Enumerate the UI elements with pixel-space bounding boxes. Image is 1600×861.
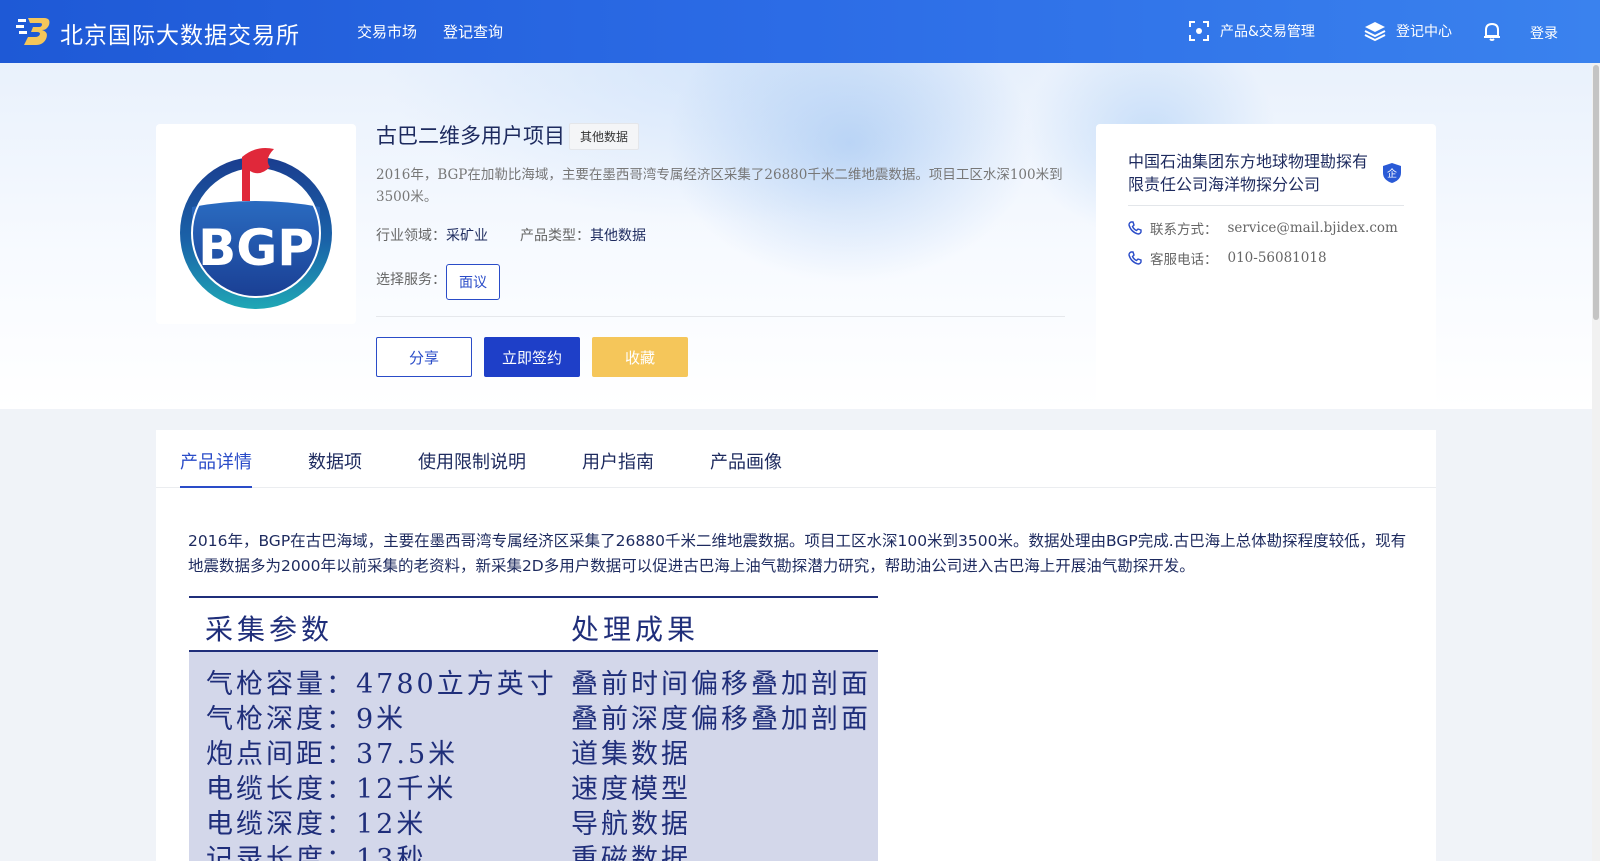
parameters-table-image: 采集参数 处理成果 气枪容量：4780立方英寸 叠前时间偏移叠加剖面 气枪深度：… — [189, 596, 878, 861]
type-value: 其他数据 — [590, 228, 646, 244]
bgp-logo-text: BGP — [198, 219, 314, 277]
header-acquisition-params: 采集参数 — [205, 613, 334, 646]
industry-meta: 行业领域：采矿业 — [376, 225, 488, 245]
nav-register-query[interactable]: 登记查询 — [443, 21, 503, 42]
tab-user-guide[interactable]: 用户指南 — [582, 448, 654, 474]
product-logo-card: BGP — [156, 124, 356, 324]
company-card: 中国石油集团东方地球物理勘探有限责任公司海洋物探分公司 企 联系方式： serv… — [1096, 124, 1436, 404]
service-option-negotiable[interactable]: 面议 — [446, 264, 500, 300]
result-cell: 速度模型 — [571, 774, 691, 805]
hero-divider — [376, 316, 1065, 317]
table-row: 记录长度：13秒 重磁数据 — [189, 837, 878, 861]
product-hero: BGP 古巴二维多用户项目 其他数据 2016年，BGP在加勒比海域，主要在墨西… — [0, 63, 1592, 409]
company-divider — [1128, 205, 1404, 206]
param-cell: 电缆深度：12米 — [206, 809, 427, 840]
enterprise-badge-icon: 企 — [1383, 163, 1401, 183]
table-row: 炮点间距：37.5米 道集数据 — [189, 732, 878, 770]
enterprise-badge-text: 企 — [1387, 167, 1397, 180]
param-cell: 记录长度：13秒 — [206, 844, 427, 861]
phone-icon — [1128, 221, 1142, 235]
type-label: 产品类型： — [520, 228, 590, 244]
sign-now-button[interactable]: 立即签约 — [484, 337, 580, 377]
service-label: 选择服务： — [376, 272, 446, 288]
product-title: 古巴二维多用户项目 — [376, 124, 565, 148]
detail-description: 2016年，BGP在古巴海域，主要在墨西哥湾专属经济区采集了26880千米二维地… — [188, 532, 1407, 575]
nav-trade-market[interactable]: 交易市场 — [357, 21, 417, 42]
result-cell: 导航数据 — [571, 809, 691, 840]
active-tab-indicator — [180, 486, 252, 488]
top-header: 北京国际大数据交易所 交易市场 登记查询 产品&交易管理 登记中心 登录 — [0, 0, 1600, 63]
parameters-table-header: 采集参数 处理成果 — [189, 596, 878, 652]
layers-icon — [1364, 22, 1386, 42]
product-tag: 其他数据 — [569, 123, 640, 150]
product-description: 2016年，BGP在加勒比海域，主要在墨西哥湾专属经济区采集了26880千米二维… — [376, 167, 1063, 205]
result-cell: 道集数据 — [571, 739, 691, 770]
contact-email-row: 联系方式： service@mail.bjidex.com — [1128, 218, 1398, 238]
result-cell: 叠前时间偏移叠加剖面 — [571, 669, 871, 700]
result-cell: 重磁数据 — [571, 844, 691, 861]
param-cell: 气枪容量：4780立方英寸 — [206, 669, 557, 700]
scrollbar-thumb[interactable] — [1593, 65, 1599, 320]
contact-email[interactable]: service@mail.bjidex.com — [1228, 220, 1398, 236]
company-name[interactable]: 中国石油集团东方地球物理勘探有限责任公司海洋物探分公司 — [1128, 150, 1368, 196]
product-detail-panel: 产品详情 数据项 使用限制说明 用户指南 产品画像 2016年，BGP在古巴海域… — [156, 430, 1436, 861]
product-trade-mgmt-label: 产品&交易管理 — [1220, 24, 1315, 40]
contact-phone-row: 客服电话： 010-56081018 — [1128, 248, 1327, 268]
result-cell: 叠前深度偏移叠加剖面 — [571, 704, 871, 735]
phone-label: 客服电话： — [1150, 252, 1218, 268]
tab-product-detail[interactable]: 产品详情 — [180, 448, 252, 474]
bgp-logo-icon: BGP — [180, 147, 332, 309]
param-cell: 气枪深度：9米 — [206, 704, 407, 735]
favorite-button[interactable]: 收藏 — [592, 337, 688, 377]
table-row: 气枪容量：4780立方英寸 叠前时间偏移叠加剖面 — [189, 662, 878, 700]
param-cell: 电缆长度：12千米 — [206, 774, 457, 805]
scan-icon — [1189, 21, 1209, 41]
bell-icon[interactable] — [1481, 20, 1503, 42]
contact-label: 联系方式： — [1150, 222, 1218, 238]
phone-number: 010-56081018 — [1227, 250, 1327, 266]
industry-label: 行业领域： — [376, 228, 446, 244]
login-link[interactable]: 登录 — [1530, 23, 1558, 43]
tab-product-portrait[interactable]: 产品画像 — [710, 448, 782, 474]
tab-data-items[interactable]: 数据项 — [308, 448, 362, 474]
type-meta: 产品类型：其他数据 — [520, 225, 646, 245]
product-trade-mgmt-link[interactable]: 产品&交易管理 — [1188, 20, 1315, 42]
register-center-label: 登记中心 — [1396, 24, 1452, 40]
tab-usage-restrictions[interactable]: 使用限制说明 — [418, 448, 526, 474]
detail-tabs: 产品详情 数据项 使用限制说明 用户指南 产品画像 — [156, 430, 1436, 488]
parameters-table-body: 气枪容量：4780立方英寸 叠前时间偏移叠加剖面 气枪深度：9米 叠前深度偏移叠… — [189, 652, 878, 861]
header-processing-results: 处理成果 — [571, 613, 700, 646]
phone-icon — [1128, 251, 1142, 265]
brand-title[interactable]: 北京国际大数据交易所 — [60, 16, 300, 50]
param-cell: 炮点间距：37.5米 — [206, 739, 459, 770]
industry-value: 采矿业 — [446, 228, 488, 244]
brand-logo-icon[interactable] — [16, 15, 52, 47]
table-row: 电缆深度：12米 导航数据 — [189, 802, 878, 840]
share-button[interactable]: 分享 — [376, 337, 472, 377]
table-row: 气枪深度：9米 叠前深度偏移叠加剖面 — [189, 697, 878, 735]
register-center-link[interactable]: 登记中心 — [1364, 20, 1452, 42]
table-row: 电缆长度：12千米 速度模型 — [189, 767, 878, 805]
